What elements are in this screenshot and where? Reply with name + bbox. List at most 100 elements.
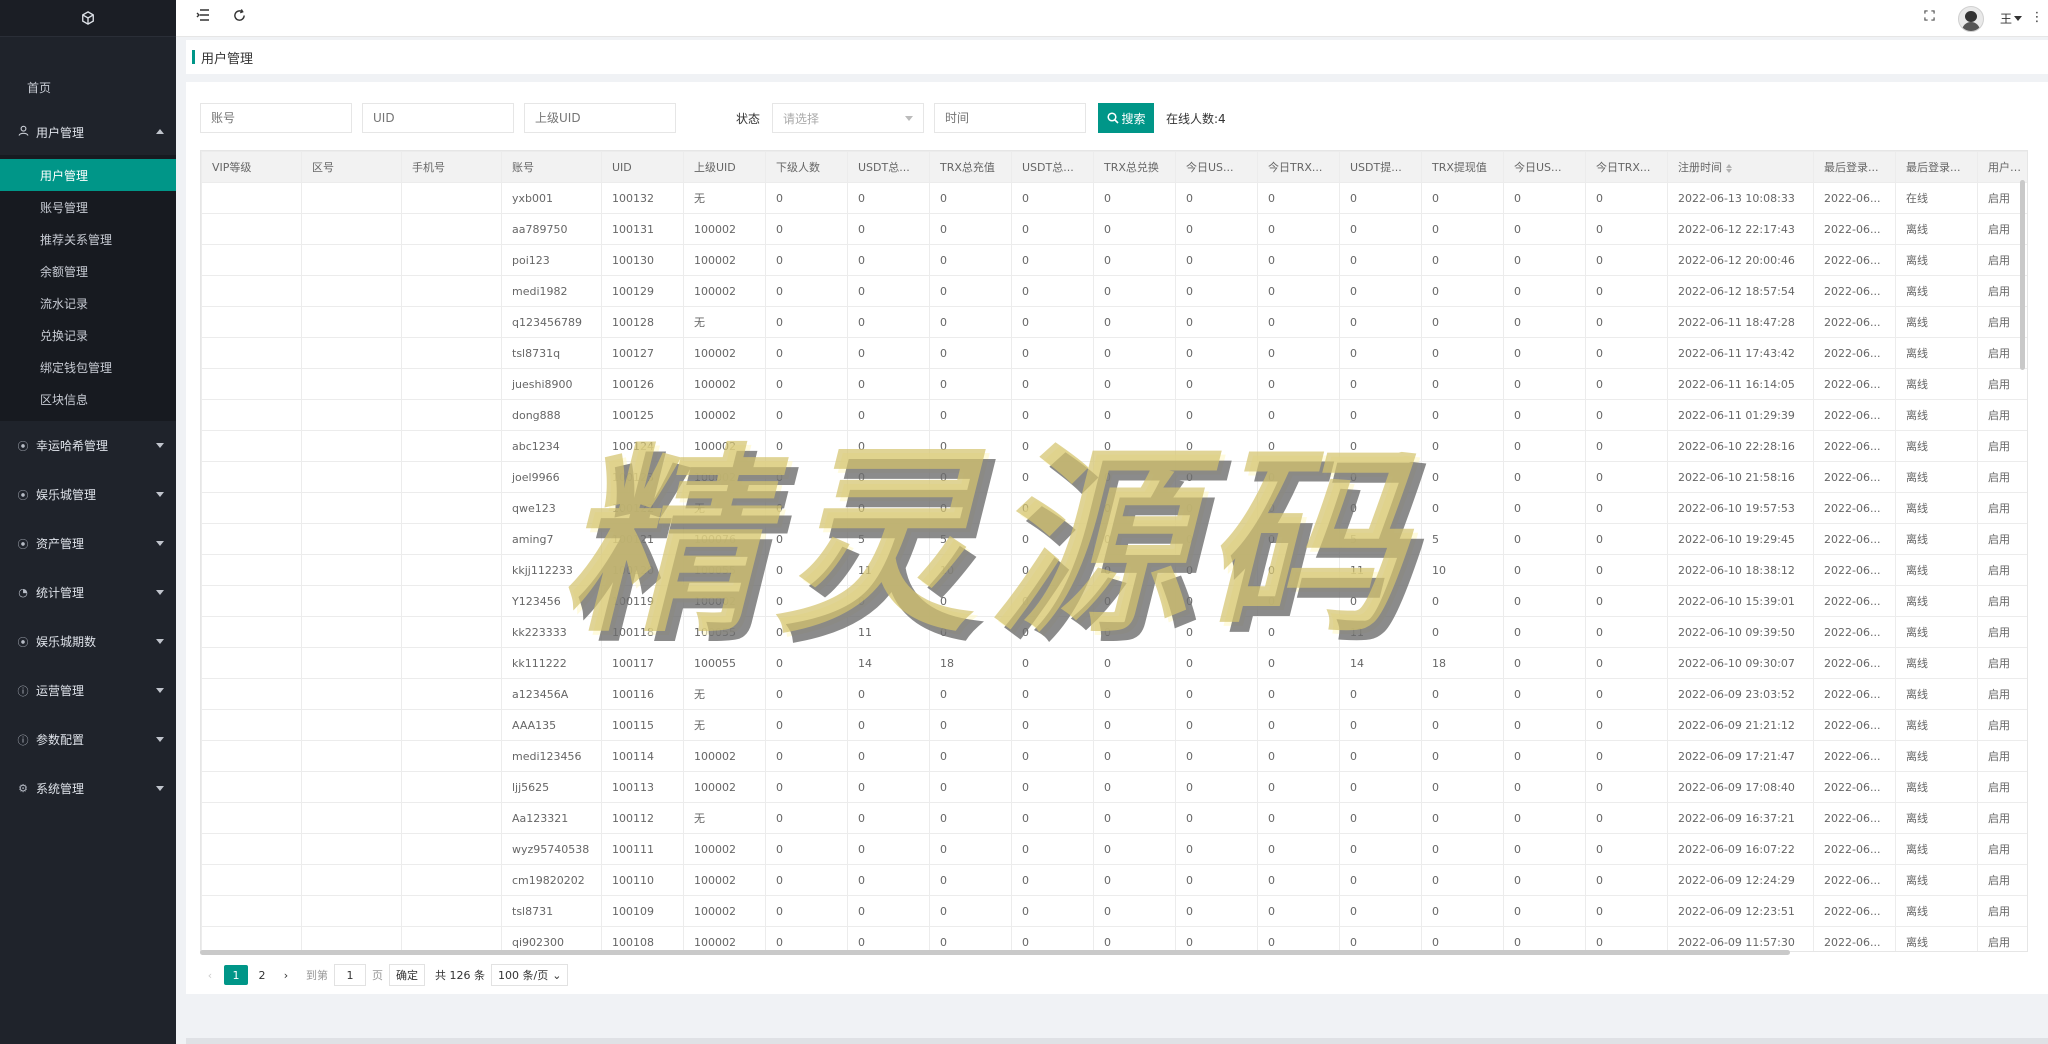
- sidebar-item-exchange-records[interactable]: 兑换记录: [0, 319, 176, 351]
- page-2-button[interactable]: 2: [252, 965, 272, 985]
- table-cell: a123456A: [501, 678, 602, 710]
- table-cell: 0: [1585, 275, 1668, 307]
- column-header[interactable]: 注册时间: [1667, 151, 1814, 183]
- sidebar-item-account-management[interactable]: 账号管理: [0, 191, 176, 223]
- sidebar-item-balance-management[interactable]: 余额管理: [0, 255, 176, 287]
- table-cell: 0: [1585, 678, 1668, 710]
- more-vertical-icon[interactable]: ⋮: [2028, 9, 2046, 27]
- sidebar-group-casino[interactable]: ⦿ 娱乐城管理: [0, 470, 176, 519]
- sidebar-item-block-info[interactable]: 区块信息: [0, 383, 176, 415]
- search-button[interactable]: 搜索: [1098, 103, 1155, 133]
- table-cell: 0: [1175, 182, 1258, 214]
- sidebar-group-user-management[interactable]: 用户管理: [0, 109, 176, 155]
- table-cell: 0: [929, 616, 1012, 648]
- vertical-scrollbar[interactable]: [2020, 180, 2025, 370]
- table-cell: [301, 926, 402, 951]
- menu-collapse-icon[interactable]: [194, 9, 212, 27]
- table-cell: 0: [1585, 926, 1668, 951]
- table-row[interactable]: kk111222 100117 100055 0 14 18 0 0 0 0 14 18 0 0 2022-…: [201, 647, 2027, 679]
- table-cell: [201, 616, 302, 648]
- table-cell: cm19820202: [501, 864, 602, 896]
- sidebar-item-referral-management[interactable]: 推荐关系管理: [0, 223, 176, 255]
- table-cell: 0: [1011, 833, 1094, 865]
- logo[interactable]: [0, 0, 176, 37]
- table-cell: 2022-06...: [1813, 678, 1896, 710]
- table-row[interactable]: qi902300 100108 100002 0 0 0 0 0 0 0 0 0 0 0 2022-06-0…: [201, 926, 2027, 951]
- table-cell: 2022-06-12 18:57:54: [1667, 275, 1814, 307]
- table-row[interactable]: AAA135 100115 无 0 0 0 0 0 0 0 0 0 0 0 2022-06-09 21:21…: [201, 709, 2027, 741]
- username[interactable]: 王: [2000, 10, 2012, 27]
- avatar[interactable]: [1958, 6, 1984, 32]
- sidebar-group-casino-periods[interactable]: ⦿ 娱乐城期数: [0, 617, 176, 666]
- fullscreen-icon[interactable]: [1920, 9, 1938, 27]
- horizontal-scrollbar[interactable]: [200, 950, 1790, 955]
- table-cell: 0: [765, 802, 848, 834]
- table-row[interactable]: qwe123 100122 无 0 0 0 0 0 0 0 0 0 0 0 2022-06-10 19:57…: [201, 492, 2027, 524]
- table-cell: 11: [847, 554, 930, 586]
- table-row[interactable]: aming7 100121 100076 0 5 5 0 0 0 0 5 5 0 0 2022-06-10 …: [201, 523, 2027, 555]
- sidebar-group-statistics[interactable]: ◔ 统计管理: [0, 568, 176, 617]
- table-row[interactable]: joel9966 100123 100002 0 0 0 0 0 0 0 0 0 0 0 2022-06-1…: [201, 461, 2027, 493]
- time-input[interactable]: [934, 103, 1087, 133]
- table-cell: 0: [1585, 461, 1668, 493]
- goto-confirm-button[interactable]: 确定: [389, 964, 425, 986]
- prev-page-icon[interactable]: ‹: [200, 965, 220, 985]
- table-row[interactable]: jueshi8900 100126 100002 0 0 0 0 0 0 0 0 0 0 0 2022-06…: [201, 368, 2027, 400]
- table-row[interactable]: aa789750 100131 100002 0 0 0 0 0 0 0 0 0 0 0 2022-06-1…: [201, 213, 2027, 245]
- sidebar-item-home[interactable]: 首页: [0, 65, 176, 109]
- column-header-label: UID: [612, 160, 632, 174]
- table-row[interactable]: cm19820202 100110 100002 0 0 0 0 0 0 0 0 0 0 0 2022-06…: [201, 864, 2027, 896]
- chevron-down-icon[interactable]: [2014, 16, 2022, 21]
- table-row[interactable]: q123456789 100128 无 0 0 0 0 0 0 0 0 0 0 0 2022-06-11 1…: [201, 306, 2027, 338]
- table-cell: kk223333: [501, 616, 602, 648]
- sidebar-group-assets[interactable]: ⦿ 资产管理: [0, 519, 176, 568]
- uid-input[interactable]: [362, 103, 514, 133]
- sort-icon[interactable]: [1726, 163, 1732, 173]
- table-row[interactable]: Aa123321 100112 无 0 0 0 0 0 0 0 0 0 0 0 2022-06-09 16:…: [201, 802, 2027, 834]
- table-row[interactable]: ljj5625 100113 100002 0 0 0 0 0 0 0 0 0 0 0 2022-06-09…: [201, 771, 2027, 803]
- table-row[interactable]: a123456A 100116 无 0 0 0 0 0 0 0 0 0 0 0 2022-06-09 23:…: [201, 678, 2027, 710]
- table-cell: 0: [847, 430, 930, 462]
- goto-page-input[interactable]: 1: [334, 964, 366, 986]
- table-cell: aa789750: [501, 213, 602, 245]
- sidebar-item-wallet-binding[interactable]: 绑定钱包管理: [0, 351, 176, 383]
- page-size-select[interactable]: 100 条/页 ⌄: [491, 964, 569, 986]
- table-cell: 2022-06...: [1813, 523, 1896, 555]
- table-cell: 0: [1421, 182, 1504, 214]
- table-row[interactable]: yxb001 100132 无 0 0 0 0 0 0 0 0 0 0 0 2022-06-13 10:08…: [201, 182, 2027, 214]
- table-row[interactable]: medi123456 100114 100002 0 0 0 0 0 0 0 0 0 0 0 2022-06…: [201, 740, 2027, 772]
- table-cell: 0: [1421, 926, 1504, 951]
- table-cell: 0: [1175, 833, 1258, 865]
- sidebar-item-user-management[interactable]: 用户管理: [0, 159, 176, 191]
- sidebar-group-system[interactable]: ⚙ 系统管理: [0, 764, 176, 813]
- table-row[interactable]: tsl8731 100109 100002 0 0 0 0 0 0 0 0 0 0 0 2022-06-09…: [201, 895, 2027, 927]
- table-row[interactable]: tsl8731q 100127 100002 0 0 0 0 0 0 0 0 0 0 0 2022-06-1…: [201, 337, 2027, 369]
- table-row[interactable]: wyz95740538 100111 100002 0 0 0 0 0 0 0 0 0 0 0 2022-0…: [201, 833, 2027, 865]
- sidebar-group-operations[interactable]: ⓘ 运营管理: [0, 666, 176, 715]
- table-row[interactable]: medi1982 100129 100002 0 0 0 0 0 0 0 0 0 0 0 2022-06-1…: [201, 275, 2027, 307]
- table-cell: 0: [1093, 802, 1176, 834]
- table-cell: 0: [1421, 306, 1504, 338]
- table-cell: 0: [847, 213, 930, 245]
- table-cell: [201, 895, 302, 927]
- next-page-icon[interactable]: ›: [276, 965, 296, 985]
- column-header: 今日TRX...: [1257, 151, 1340, 183]
- status-select[interactable]: 请选择: [772, 103, 925, 133]
- sidebar-group-label: 参数配置: [36, 733, 85, 747]
- table-row[interactable]: kk223333 100118 100055 0 11 0 0 0 0 0 11 0 0 0 2022-06…: [201, 616, 2027, 648]
- table-row[interactable]: kkjj112233 100120 100055 0 11 10 0 0 0 0 11 10 0 0 202…: [201, 554, 2027, 586]
- page-1-button[interactable]: 1: [224, 965, 248, 985]
- table-cell: 100121: [601, 523, 684, 555]
- sidebar-item-transaction-records[interactable]: 流水记录: [0, 287, 176, 319]
- sidebar-group-lucky-hash[interactable]: ⦿ 幸运哈希管理: [0, 421, 176, 470]
- table-row[interactable]: dong888 100125 100002 0 0 0 0 0 0 0 0 0 0 0 2022-06-11…: [201, 399, 2027, 431]
- table-row[interactable]: Y123456 100119 100002 0 0 0 0 0 0 0 0 0 0 0 2022-06-10…: [201, 585, 2027, 617]
- table-cell: 0: [1503, 275, 1586, 307]
- circle-dot-icon: ⦿: [17, 635, 29, 649]
- account-input[interactable]: [200, 103, 352, 133]
- table-row[interactable]: poi123 100130 100002 0 0 0 0 0 0 0 0 0 0 0 2022-06-12 …: [201, 244, 2027, 276]
- table-row[interactable]: abc1234 100124 100002 0 0 0 0 0 0 0 0 0 0 0 2022-06-10…: [201, 430, 2027, 462]
- sidebar-group-params[interactable]: ⓘ 参数配置: [0, 715, 176, 764]
- parent-uid-input[interactable]: [524, 103, 676, 133]
- refresh-icon[interactable]: [230, 9, 248, 27]
